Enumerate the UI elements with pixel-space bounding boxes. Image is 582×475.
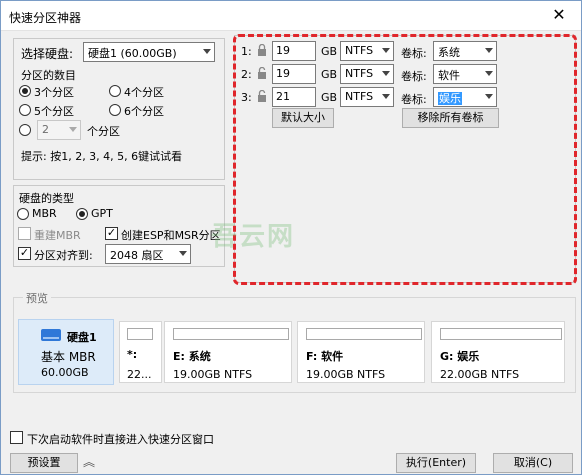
partition-card-sub: 19.00GB NTFS [173, 368, 253, 381]
custom-partition-count-dropdown[interactable]: 2 [37, 120, 81, 140]
watermark: 吾云网 [211, 222, 296, 252]
chevron-down-icon [203, 49, 211, 54]
disk-type: 基本 MBR [41, 350, 96, 364]
partition-card-title: G: 娱乐 [440, 350, 480, 363]
radio-6-partitions[interactable] [109, 104, 121, 116]
radio-5-partitions[interactable] [19, 104, 31, 116]
chevron-down-icon [179, 251, 187, 256]
disk-size: 60.00GB [41, 366, 89, 379]
radio-4-partitions[interactable] [109, 85, 121, 97]
disk-select-label: 选择硬盘: [21, 47, 74, 61]
execute-button[interactable]: 执行(Enter) [396, 453, 476, 473]
disk-select-dropdown[interactable]: 硬盘1 (60.00GB) [83, 42, 215, 62]
disk-icon [41, 329, 61, 341]
radio-custom-partitions[interactable] [19, 124, 31, 136]
keyboard-hint: 提示: 按1, 2, 3, 4, 5, 6键试试看 [21, 150, 183, 163]
radio-5-partitions-label: 5个分区 [34, 105, 74, 118]
partition-card-title: *: [127, 348, 138, 361]
custom-partition-count-value: 2 [42, 123, 49, 136]
partition-card[interactable]: G: 娱乐 22.00GB NTFS [431, 321, 565, 383]
radio-4-partitions-label: 4个分区 [124, 86, 164, 99]
window-title: 快速分区神器 [9, 11, 82, 25]
chevron-down-icon [69, 127, 77, 132]
cancel-button[interactable]: 取消(C) [493, 453, 573, 473]
radio-mbr-label: MBR [32, 207, 57, 220]
disk-summary: 硬盘1 基本 MBR 60.00GB [18, 319, 114, 385]
partition-card-sub: 22... [127, 368, 152, 381]
partition-count-label: 分区的数目 [21, 69, 76, 82]
preset-button[interactable]: 预设置 [10, 453, 78, 473]
partition-usage-bar [306, 328, 422, 340]
partition-usage-bar [127, 328, 153, 340]
partition-card-title: F: 软件 [306, 350, 344, 363]
partition-card[interactable]: F: 软件 19.00GB NTFS [297, 321, 425, 383]
disk-select-value: 硬盘1 (60.00GB) [88, 47, 177, 60]
rebuild-mbr-checkbox[interactable] [18, 227, 31, 240]
app-window: 快速分区神器 ✕ 选择硬盘: 硬盘1 (60.00GB) 分区的数目 3个分区 … [0, 0, 582, 475]
preview-label: 预览 [23, 290, 51, 306]
rebuild-mbr-label: 重建MBR [34, 229, 81, 242]
partition-card[interactable]: *: 22... [119, 321, 162, 383]
disk-name: 硬盘1 [67, 331, 97, 344]
radio-3-partitions-label: 3个分区 [34, 86, 74, 99]
align-dropdown[interactable]: 2048 扇区 [105, 244, 191, 264]
align-checkbox[interactable]: ✓ [18, 247, 31, 260]
partition-card-sub: 22.00GB NTFS [440, 368, 520, 381]
align-label: 分区对齐到: [34, 249, 93, 262]
create-esp-checkbox[interactable]: ✓ [105, 227, 118, 240]
close-icon[interactable]: ✕ [537, 1, 581, 31]
quick-start-label: 下次启动软件时直接进入快速分区窗口 [27, 433, 214, 446]
create-esp-label: 创建ESP和MSR分区 [121, 229, 221, 242]
radio-gpt-label: GPT [91, 207, 113, 220]
partition-card-title: E: 系统 [173, 350, 211, 363]
disk-type-label: 硬盘的类型 [19, 192, 74, 205]
partition-usage-bar [173, 328, 289, 340]
radio-gpt[interactable] [76, 208, 88, 220]
radio-3-partitions[interactable] [19, 85, 31, 97]
radio-6-partitions-label: 6个分区 [124, 105, 164, 118]
radio-mbr[interactable] [17, 208, 29, 220]
title-bar: 快速分区神器 ✕ [1, 1, 581, 31]
custom-partition-suffix: 个分区 [87, 125, 120, 138]
align-value: 2048 扇区 [110, 249, 164, 262]
partition-card-sub: 19.00GB NTFS [306, 368, 386, 381]
quick-start-checkbox[interactable] [10, 431, 23, 444]
double-chevron-up-icon[interactable]: ︽ [83, 453, 95, 470]
partition-usage-bar [440, 328, 562, 340]
partition-card[interactable]: E: 系统 19.00GB NTFS [164, 321, 292, 383]
